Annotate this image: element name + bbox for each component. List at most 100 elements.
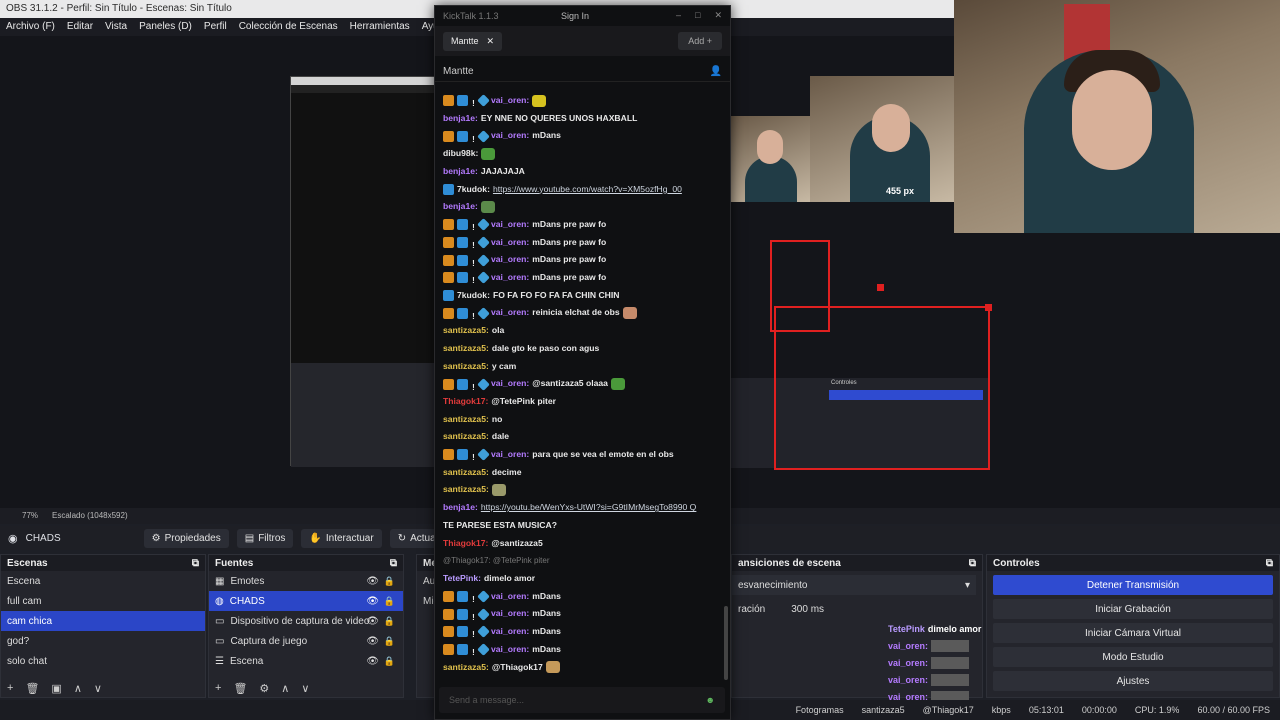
source-item[interactable]: ▭ Captura de juego 👁 🔒 [209,631,403,651]
eye-icon[interactable]: 👁 [366,576,379,587]
minimize-icon[interactable]: – [676,10,681,21]
menu-perfil[interactable]: Perfil [204,21,227,33]
eye-icon[interactable]: 👁 [366,656,379,667]
eye-icon[interactable]: 👁 [366,616,379,627]
scene-item[interactable]: Escena [1,571,205,591]
chat-username[interactable]: vai_oren: [491,375,529,393]
resize-handle[interactable] [877,284,884,291]
add-icon[interactable]: + [7,682,13,695]
scene-item-selected[interactable]: cam chica [1,611,205,631]
chat-username[interactable]: santizaza5: [443,428,489,446]
eye-icon[interactable]: 👁 [366,636,379,647]
close-icon[interactable]: ✕ [487,36,495,47]
source-item[interactable]: ☰ Escena 👁 🔒 [209,651,403,671]
undock-icon[interactable]: ⧉ [192,558,199,569]
source-item[interactable]: ▦ Emotes 👁 🔒 [209,571,403,591]
chat-link[interactable]: https://youtu.be/WenYxs-UtWI?si=G9tIMrMs… [481,499,697,517]
chat-username[interactable]: 7kudok: [457,181,490,199]
undock-icon[interactable]: ⧉ [1266,558,1273,569]
lock-icon[interactable]: 🔒 [384,596,395,607]
trash-icon[interactable]: 🗑 [25,682,39,695]
duration-input[interactable]: 300 ms [791,604,824,615]
chat-username[interactable]: vai_oren: [491,446,529,464]
emote-icon[interactable]: ☻ [706,695,715,705]
source-item[interactable]: ▭ Dispositivo de captura de video 👁 🔒 [209,611,403,631]
scrollbar[interactable] [724,606,728,680]
chat-username[interactable]: vai_oren: [491,216,529,234]
chat-username[interactable]: santizaza5: [443,411,489,429]
chat-username[interactable]: TetePink: [443,570,481,588]
menu-editar[interactable]: Editar [67,21,93,33]
scene-item[interactable]: full cam [1,591,205,611]
chat-username[interactable]: benja1e: [443,499,478,517]
undock-icon[interactable]: ⧉ [969,558,976,569]
scene-item[interactable]: solo chat [1,651,205,671]
scale-label[interactable]: Escalado (1048x592) [52,511,128,521]
menu-herramientas[interactable]: Herramientas [350,21,410,33]
gear-icon[interactable]: ⚙ [259,682,269,695]
trash-icon[interactable]: 🗑 [233,682,247,695]
up-icon[interactable]: ∧ [281,682,289,695]
resize-handle-corner[interactable] [985,304,992,311]
chat-username[interactable]: vai_oren: [491,605,529,623]
down-icon[interactable]: ∨ [301,682,309,695]
down-icon[interactable]: ∨ [94,682,102,695]
tab-mantte[interactable]: Mantte ✕ [443,31,503,51]
menu-paneles[interactable]: Paneles (D) [139,21,192,33]
chat-username[interactable]: Thiagok17: [443,535,488,553]
lock-icon[interactable]: 🔒 [384,656,395,667]
source-item-selected[interactable]: ◍ CHADS 👁 🔒 [209,591,403,611]
lock-icon[interactable]: 🔒 [384,636,395,647]
chat-username[interactable]: vai_oren: [491,641,529,659]
add-channel-button[interactable]: Add + [678,32,722,50]
chat-username[interactable]: benja1e: [443,198,478,216]
filter-icon[interactable]: ▣ [51,682,61,695]
chat-username[interactable]: santizaza5: [443,464,489,482]
menu-coleccion[interactable]: Colección de Escenas [239,21,338,33]
zoom-level[interactable]: 77% [22,511,38,521]
filters-button[interactable]: ▤ Filtros [236,528,294,548]
chat-username[interactable]: vai_oren: [491,304,529,322]
sign-in-button[interactable]: Sign In [561,11,589,21]
message-input[interactable]: Send a message... ☻ [439,687,725,713]
start-recording-button[interactable]: Iniciar Grabación [993,599,1273,619]
chat-username[interactable]: vai_oren: [491,251,529,269]
chat-username[interactable]: Thiagok17: [443,393,488,411]
maximize-icon[interactable]: □ [695,10,700,21]
scene-item[interactable]: god? [1,631,205,651]
menu-vista[interactable]: Vista [105,21,127,33]
user-icon[interactable]: 👤 [710,66,722,77]
chat-username[interactable]: vai_oren: [491,588,529,606]
menu-archivo[interactable]: Archivo (F) [6,21,55,33]
undock-icon[interactable]: ⧉ [390,558,397,569]
transition-select[interactable]: esvanecimiento ▾ [732,575,976,595]
interact-button[interactable]: ✋ Interactuar [301,528,382,548]
lock-icon[interactable]: 🔒 [384,576,395,587]
virtual-camera-button[interactable]: Iniciar Cámara Virtual [993,623,1273,643]
chat-username[interactable]: 7kudok: [457,287,490,305]
chat-messages[interactable]: ! vai_oren: benja1e: EY NNE NO QUERES UNOS … [435,92,727,682]
chat-username[interactable]: benja1e: [443,163,478,181]
chat-username[interactable]: vai_oren: [491,234,529,252]
chat-link[interactable]: https://www.youtube.com/watch?v=XM5ozfHg… [493,181,682,199]
eye-icon[interactable]: 👁 [366,596,379,607]
chat-username[interactable]: santizaza5: [443,659,489,677]
chat-username[interactable]: santizaza5: [443,358,489,376]
close-icon[interactable]: ✕ [714,10,722,21]
properties-button[interactable]: ⚙ Propiedades [143,528,229,548]
chat-username[interactable]: vai_oren: [491,269,529,287]
settings-button[interactable]: Ajustes [993,671,1273,691]
up-icon[interactable]: ∧ [74,682,82,695]
add-icon[interactable]: + [215,682,221,695]
chat-username[interactable]: dibu98k: [443,145,478,163]
chat-username[interactable]: benja1e: [443,110,478,128]
lock-icon[interactable]: 🔒 [384,616,395,627]
studio-mode-button[interactable]: Modo Estudio [993,647,1273,667]
selection-box[interactable] [774,306,990,470]
chat-username[interactable]: vai_oren: [491,127,529,145]
chat-username[interactable]: santizaza5: [443,340,489,358]
chat-username[interactable]: santizaza5: [443,322,489,340]
chat-username[interactable]: vai_oren: [491,92,529,110]
chat-username[interactable]: santizaza5: [443,481,489,499]
chat-username[interactable]: vai_oren: [491,623,529,641]
